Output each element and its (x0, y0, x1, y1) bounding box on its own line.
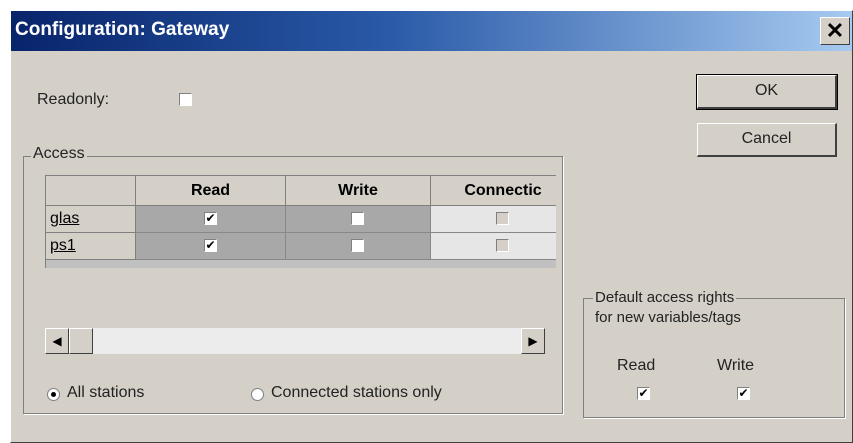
ok-button[interactable]: OK (696, 74, 838, 110)
grid-cell-read[interactable]: ✔ (136, 233, 286, 260)
configuration-dialog: Configuration: Gateway ✕ Readonly: OK Ca… (10, 10, 853, 443)
scroll-right-icon[interactable]: ▶ (521, 328, 545, 354)
access-group-title: Access (31, 145, 87, 163)
window-title: Configuration: Gateway (15, 19, 230, 40)
grid-corner-header (46, 176, 136, 206)
default-write-label: Write (717, 357, 755, 374)
readonly-checkbox[interactable] (179, 93, 192, 106)
title-bar: Configuration: Gateway ✕ (11, 11, 852, 51)
read-checkbox[interactable]: ✔ (204, 212, 217, 225)
connect-checkbox (496, 212, 509, 225)
grid-cell-connect (431, 206, 556, 233)
all-stations-label[interactable]: All stations (67, 384, 144, 402)
readonly-label: Readonly: (37, 91, 110, 108)
default-access-title: Default access rights (593, 289, 737, 306)
access-grid: Read Write Connectic glas ✔ ps1 ✔ (45, 175, 556, 268)
grid-cell-write[interactable] (286, 206, 431, 233)
horizontal-scrollbar[interactable]: ◀ ▶ (45, 328, 545, 354)
grid-cell-connect (431, 233, 556, 260)
column-header-read[interactable]: Read (136, 176, 286, 206)
row-name: ps1 (50, 237, 76, 254)
default-read-label: Read (617, 357, 656, 374)
close-button[interactable]: ✕ (820, 17, 850, 45)
read-checkbox[interactable]: ✔ (204, 239, 217, 252)
cancel-button[interactable]: Cancel (697, 123, 837, 157)
grid-cell-write[interactable] (286, 233, 431, 260)
default-write-checkbox[interactable]: ✔ (737, 387, 750, 400)
row-header[interactable]: glas (46, 206, 136, 233)
scrollbar-thumb[interactable] (69, 328, 93, 354)
default-read-checkbox[interactable]: ✔ (637, 387, 650, 400)
column-header-write[interactable]: Write (286, 176, 431, 206)
scroll-left-icon[interactable]: ◀ (45, 328, 69, 354)
connected-stations-label[interactable]: Connected stations only (271, 384, 442, 402)
grid-cell-read[interactable]: ✔ (136, 206, 286, 233)
column-header-connect[interactable]: Connectic (431, 176, 556, 206)
radio-selected-dot (51, 392, 56, 397)
default-access-subtitle: for new variables/tags (595, 309, 741, 326)
row-name: glas (50, 210, 80, 227)
all-stations-radio[interactable] (47, 388, 60, 401)
row-header[interactable]: ps1 (46, 233, 136, 260)
connect-checkbox (496, 239, 509, 252)
write-checkbox[interactable] (351, 239, 364, 252)
write-checkbox[interactable] (351, 212, 364, 225)
connected-stations-radio[interactable] (251, 388, 264, 401)
